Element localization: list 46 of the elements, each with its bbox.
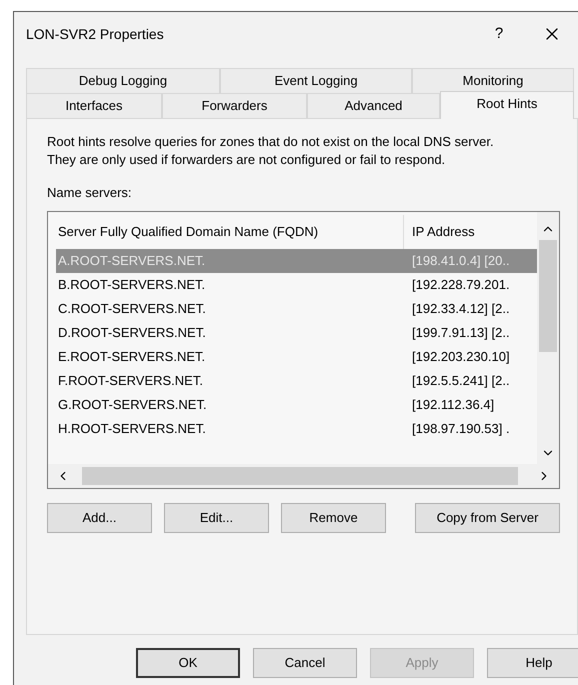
scroll-thumb[interactable]	[82, 466, 518, 484]
list-button[interactable]: Remove	[281, 502, 386, 532]
list-row[interactable]: D.ROOT-SERVERS.NET. [199.7.91.13] [2..	[56, 320, 537, 344]
list-button[interactable]: Add...	[47, 502, 152, 532]
column-header[interactable]: IP Address	[404, 214, 537, 248]
list-row[interactable]: G.ROOT-SERVERS.NET. [192.112.36.4]	[56, 392, 537, 416]
tab[interactable]: Interfaces	[26, 93, 162, 118]
tab[interactable]: Advanced	[307, 93, 440, 118]
fqdn-cell-text: H.ROOT-SERVERS.NET.	[57, 420, 207, 438]
ip-cell-text: [198.97.190.53] .	[411, 420, 511, 438]
fqdn-cell-text: A.ROOT-SERVERS.NET.	[57, 252, 206, 270]
fqdn-cell-text: E.ROOT-SERVERS.NET.	[57, 348, 206, 366]
tab[interactable]: Monitoring	[412, 68, 574, 93]
name-servers-label: Name servers:	[47, 184, 132, 202]
list-button[interactable]: Copy from Server	[415, 502, 560, 532]
list-row[interactable]: B.ROOT-SERVERS.NET. [192.228.79.201.	[56, 272, 537, 296]
ip-cell-text: [192.228.79.201.	[411, 276, 511, 294]
window-title: LON-SVR2 Properties	[26, 24, 164, 44]
ip-cell-text: [199.7.91.13] [2..	[411, 324, 511, 342]
list-row[interactable]: C.ROOT-SERVERS.NET. [192.33.4.12] [2..	[56, 296, 537, 320]
ip-cell-text: [192.203.230.10]	[411, 348, 511, 366]
list-row[interactable]: F.ROOT-SERVERS.NET. [192.5.5.241] [2..	[56, 368, 537, 392]
tab[interactable]: Root Hints	[440, 91, 574, 119]
horizontal-scrollbar[interactable]	[48, 464, 559, 488]
scroll-thumb[interactable]	[539, 240, 557, 352]
ip-cell-text: [198.41.0.4] [20..	[411, 252, 511, 270]
dialog-button[interactable]: Help	[487, 648, 578, 678]
vertical-scrollbar[interactable]	[537, 212, 559, 464]
dialog-button[interactable]: OK	[136, 648, 240, 678]
fqdn-cell-text: B.ROOT-SERVERS.NET.	[57, 276, 206, 294]
fqdn-cell-text: G.ROOT-SERVERS.NET.	[57, 396, 208, 414]
fqdn-cell-text: D.ROOT-SERVERS.NET.	[57, 324, 207, 342]
description-text: Root hints resolve queries for zones that do not exist on the local DNS server. They are only used if forwarders are not configured or fail to respond.	[47, 133, 495, 169]
list-row[interactable]: E.ROOT-SERVERS.NET. [192.203.230.10]	[56, 344, 537, 368]
tab[interactable]: Forwarders	[162, 93, 307, 118]
tab[interactable]: Debug Logging	[26, 68, 220, 93]
fqdn-cell-text: F.ROOT-SERVERS.NET.	[57, 372, 204, 390]
dialog-button[interactable]: Cancel	[253, 648, 357, 678]
ip-cell-text: [192.33.4.12] [2..	[411, 300, 511, 318]
list-button[interactable]: Edit...	[164, 502, 269, 532]
ip-cell-text: [192.5.5.241] [2..	[411, 372, 511, 390]
list-row[interactable]: H.ROOT-SERVERS.NET. [198.97.190.53] .	[56, 416, 537, 440]
fqdn-cell-text: C.ROOT-SERVERS.NET.	[57, 300, 207, 318]
tab[interactable]: Event Logging	[220, 68, 412, 93]
ip-cell-text: [192.112.36.4]	[411, 396, 496, 414]
help-button[interactable]: ?	[484, 22, 514, 46]
